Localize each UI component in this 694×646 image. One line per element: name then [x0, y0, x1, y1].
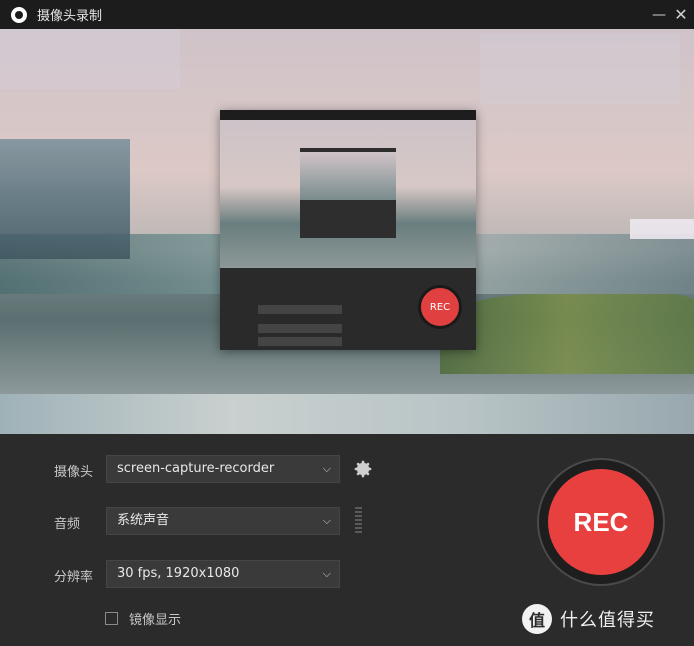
nested-preview	[220, 120, 476, 268]
camera-label: 摄像头	[54, 465, 94, 480]
audio-select[interactable]: 系统声音 ⌵	[106, 507, 340, 535]
camera-app-icon	[11, 6, 27, 23]
nested-rec-button: REC	[418, 285, 462, 329]
close-button[interactable]: ✕	[664, 0, 694, 29]
preview-pixel-block	[480, 34, 680, 104]
resolution-select-value: 30 fps, 1920x1080	[117, 566, 240, 581]
nested-camera-field	[258, 305, 342, 314]
camera-select[interactable]: screen-capture-recorder ⌵	[106, 455, 340, 483]
watermark-logo-icon: 值	[522, 604, 552, 634]
preview-left-pixels	[0, 139, 130, 259]
chevron-down-icon: ⌵	[322, 514, 331, 527]
title-bar: 摄像头录制 — ✕	[0, 0, 694, 29]
audio-label: 音频	[54, 517, 81, 532]
resolution-select[interactable]: 30 fps, 1920x1080 ⌵	[106, 560, 340, 588]
nested-recorder-window: REC	[220, 110, 476, 350]
nested-audio-field	[258, 324, 342, 333]
close-icon: ✕	[674, 5, 688, 24]
camera-preview: REC	[0, 29, 694, 434]
watermark: 值 什么值得买	[522, 604, 655, 634]
chevron-down-icon: ⌵	[322, 567, 331, 580]
camera-select-value: screen-capture-recorder	[117, 461, 275, 476]
chevron-down-icon: ⌵	[322, 462, 331, 475]
audio-level-meter	[355, 507, 362, 533]
mirror-label: 镜像显示	[129, 613, 182, 628]
nested-inner-window	[300, 148, 396, 238]
window-title: 摄像头录制	[37, 9, 103, 24]
resolution-label: 分辨率	[54, 570, 94, 585]
preview-pixel-block	[0, 29, 180, 89]
preview-pixel-block	[630, 219, 694, 239]
nested-inner-preview	[300, 152, 396, 200]
record-button[interactable]: REC	[548, 469, 654, 575]
preview-bottom-strip	[0, 394, 694, 434]
mirror-checkbox[interactable]	[105, 612, 118, 625]
preview-island	[440, 294, 694, 374]
watermark-text: 什么值得买	[560, 610, 655, 631]
nested-title-bar	[220, 110, 476, 120]
nested-resolution-field	[258, 337, 342, 346]
gear-icon[interactable]	[352, 458, 374, 480]
audio-select-value: 系统声音	[117, 513, 170, 528]
